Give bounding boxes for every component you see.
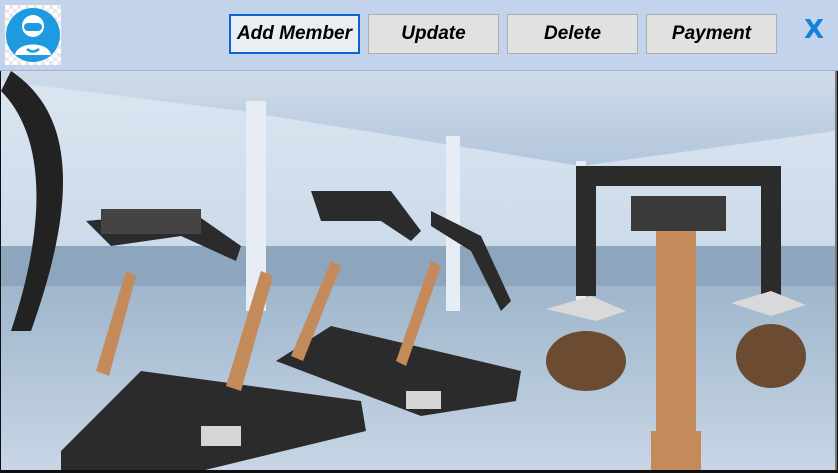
close-icon[interactable]: X bbox=[800, 14, 828, 46]
update-button[interactable]: Update bbox=[368, 14, 499, 54]
gym-treadmills-photo bbox=[1, 71, 837, 470]
payment-button[interactable]: Payment bbox=[646, 14, 777, 54]
user-avatar-icon bbox=[5, 5, 61, 65]
app-window: Add Member Update Delete Payment X bbox=[0, 0, 838, 473]
toolbar: Add Member Update Delete Payment X bbox=[0, 0, 838, 71]
add-member-button[interactable]: Add Member bbox=[229, 14, 360, 54]
delete-button[interactable]: Delete bbox=[507, 14, 638, 54]
